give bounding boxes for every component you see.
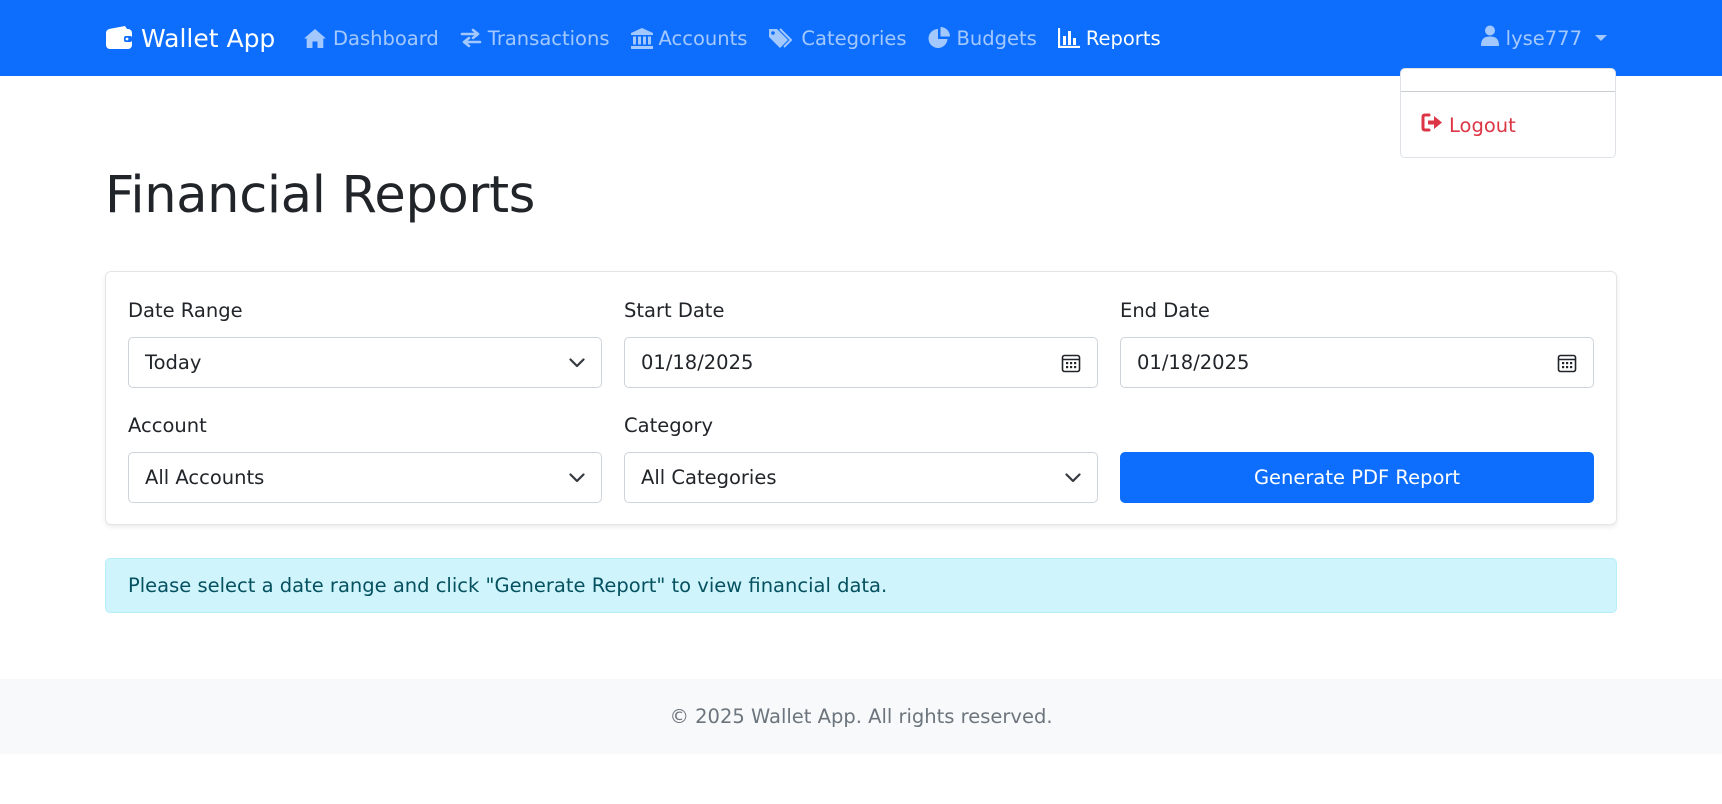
report-filter-card: Date Range Today Start Date 01/18/2025 E… bbox=[105, 271, 1617, 525]
account-select[interactable]: All Accounts bbox=[128, 452, 602, 503]
info-alert: Please select a date range and click "Ge… bbox=[105, 558, 1617, 613]
chevron-down-icon bbox=[569, 472, 585, 483]
generate-pdf-report-button[interactable]: Generate PDF Report bbox=[1120, 452, 1594, 503]
calendar-icon[interactable] bbox=[1557, 353, 1577, 373]
user-dropdown-menu: Logout bbox=[1400, 68, 1616, 158]
pie-chart-icon bbox=[928, 27, 951, 49]
main-nav: Dashboard Transactions Accounts Categori… bbox=[303, 0, 1161, 76]
end-date-value: 01/18/2025 bbox=[1137, 351, 1250, 374]
nav-item-reports[interactable]: Reports bbox=[1057, 26, 1161, 50]
user-name: lyse777 bbox=[1505, 26, 1582, 50]
nav-item-label: Accounts bbox=[658, 26, 748, 50]
category-value: All Categories bbox=[641, 466, 777, 489]
calendar-icon[interactable] bbox=[1061, 353, 1081, 373]
start-date-label: Start Date bbox=[624, 299, 725, 322]
tags-icon bbox=[768, 27, 795, 49]
account-label: Account bbox=[128, 414, 207, 437]
end-date-label: End Date bbox=[1120, 299, 1210, 322]
exchange-icon bbox=[460, 28, 482, 48]
nav-item-dashboard[interactable]: Dashboard bbox=[303, 27, 439, 50]
nav-item-label: Budgets bbox=[956, 26, 1037, 50]
footer-copyright: © 2025 Wallet App. All rights reserved. bbox=[669, 705, 1053, 728]
start-date-input[interactable]: 01/18/2025 bbox=[624, 337, 1098, 388]
nav-item-label: Transactions bbox=[487, 26, 610, 50]
logout-label: Logout bbox=[1449, 113, 1516, 137]
user-icon bbox=[1480, 25, 1499, 51]
nav-item-label: Dashboard bbox=[333, 26, 439, 50]
nav-item-budgets[interactable]: Budgets bbox=[928, 27, 1037, 50]
brand-label: Wallet App bbox=[141, 23, 276, 53]
bank-icon bbox=[630, 27, 653, 49]
date-range-select[interactable]: Today bbox=[128, 337, 602, 388]
nav-item-transactions[interactable]: Transactions bbox=[460, 27, 610, 50]
nav-item-categories[interactable]: Categories bbox=[768, 26, 907, 50]
end-date-input[interactable]: 01/18/2025 bbox=[1120, 337, 1594, 388]
chevron-down-icon bbox=[569, 357, 585, 368]
brand-link[interactable]: Wallet App bbox=[105, 0, 275, 76]
category-label: Category bbox=[624, 414, 714, 437]
wallet-icon bbox=[105, 26, 133, 50]
sign-out-icon bbox=[1421, 113, 1443, 137]
logout-menu-item[interactable]: Logout bbox=[1421, 113, 1516, 137]
chevron-down-icon bbox=[1065, 472, 1081, 483]
nav-item-label: Reports bbox=[1085, 26, 1161, 50]
start-date-value: 01/18/2025 bbox=[641, 351, 754, 374]
footer: © 2025 Wallet App. All rights reserved. bbox=[0, 679, 1722, 754]
caret-down-icon bbox=[1595, 35, 1607, 41]
home-icon bbox=[303, 28, 327, 49]
category-select[interactable]: All Categories bbox=[624, 452, 1098, 503]
bar-chart-icon bbox=[1057, 28, 1080, 48]
nav-item-label: Categories bbox=[801, 26, 907, 50]
date-range-label: Date Range bbox=[128, 299, 243, 322]
account-value: All Accounts bbox=[145, 466, 265, 489]
user-menu-toggle[interactable]: lyse777 bbox=[1480, 0, 1607, 76]
dropdown-divider bbox=[1401, 91, 1615, 92]
page-title: Financial Reports bbox=[105, 166, 536, 225]
navbar: Wallet App Dashboard Transactions Accoun… bbox=[0, 0, 1722, 76]
nav-item-accounts[interactable]: Accounts bbox=[630, 26, 748, 50]
alert-message: Please select a date range and click "Ge… bbox=[128, 574, 888, 597]
date-range-value: Today bbox=[145, 351, 202, 374]
